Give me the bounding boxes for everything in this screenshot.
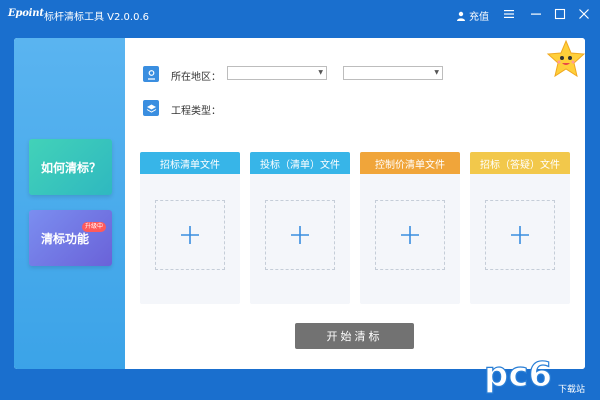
plus-icon bbox=[181, 226, 199, 244]
region-label: 所在地区： bbox=[171, 72, 221, 83]
close-button[interactable] bbox=[575, 5, 593, 23]
upload-drop-zone[interactable] bbox=[485, 200, 555, 270]
watermark-sub: 下载站 bbox=[558, 383, 585, 395]
title-bar: Epoint 标杆清标工具 V2.0.0.6 充值 bbox=[0, 0, 600, 30]
close-icon bbox=[579, 9, 589, 19]
pc6-watermark: pc6 下载站 bbox=[483, 354, 585, 395]
sidebar-item-label: 清标功能 bbox=[41, 231, 90, 246]
layers-icon bbox=[143, 100, 159, 116]
recharge-label: 充值 bbox=[469, 12, 489, 23]
card-title[interactable]: 控制价清单文件 bbox=[360, 152, 460, 174]
location-icon bbox=[143, 66, 159, 82]
minimize-icon bbox=[531, 13, 541, 15]
project-type-label: 工程类型： bbox=[171, 106, 221, 117]
sidebar-item-label: 如何清标？ bbox=[41, 160, 102, 175]
sidebar: 如何清标？ 清标功能 升级中 bbox=[14, 38, 125, 369]
card-title[interactable]: 招标清单文件 bbox=[140, 152, 240, 174]
sidebar-item-features[interactable]: 清标功能 升级中 bbox=[29, 210, 112, 266]
main-panel: 如何清标？ 清标功能 升级中 所在地区： ▼ ▼ 工程类型： 招标清单文件 投标… bbox=[14, 38, 585, 369]
plus-icon bbox=[401, 226, 419, 244]
app-title: 标杆清标工具 V2.0.0.6 bbox=[44, 12, 150, 23]
recharge-button[interactable]: 充值 bbox=[456, 8, 489, 23]
upload-drop-zone[interactable] bbox=[155, 200, 225, 270]
upload-card-tender-list: 招标清单文件 bbox=[140, 152, 240, 304]
upload-drop-zone[interactable] bbox=[265, 200, 335, 270]
plus-icon bbox=[291, 226, 309, 244]
maximize-icon bbox=[554, 8, 566, 20]
menu-icon bbox=[504, 10, 514, 18]
start-check-button[interactable]: 开始清标 bbox=[295, 323, 414, 349]
card-title[interactable]: 投标（清单）文件 bbox=[250, 152, 350, 174]
status-badge: 升级中 bbox=[81, 222, 106, 232]
upload-drop-zone[interactable] bbox=[375, 200, 445, 270]
region-select-city[interactable]: ▼ bbox=[343, 66, 443, 80]
sidebar-item-how-to[interactable]: 如何清标？ bbox=[29, 139, 112, 195]
dropdown-arrow-icon: ▼ bbox=[434, 69, 439, 76]
minimize-button[interactable] bbox=[527, 5, 545, 23]
star-mascot-icon bbox=[546, 39, 585, 78]
dropdown-arrow-icon: ▼ bbox=[318, 69, 323, 76]
user-icon bbox=[457, 11, 465, 21]
content-area: 所在地区： ▼ ▼ 工程类型： 招标清单文件 投标（清单）文件 控制价清单文件 … bbox=[125, 38, 585, 369]
card-title[interactable]: 招标（答疑）文件 bbox=[470, 152, 570, 174]
upload-card-qa: 招标（答疑）文件 bbox=[470, 152, 570, 304]
upload-card-bid-list: 投标（清单）文件 bbox=[250, 152, 350, 304]
menu-button[interactable] bbox=[500, 5, 518, 23]
watermark-text: pc6 bbox=[484, 355, 552, 395]
maximize-button[interactable] bbox=[551, 5, 569, 23]
plus-icon bbox=[511, 226, 529, 244]
epoint-logo: Epoint bbox=[8, 8, 44, 19]
upload-card-control-price: 控制价清单文件 bbox=[360, 152, 460, 304]
region-select-province[interactable]: ▼ bbox=[227, 66, 327, 80]
